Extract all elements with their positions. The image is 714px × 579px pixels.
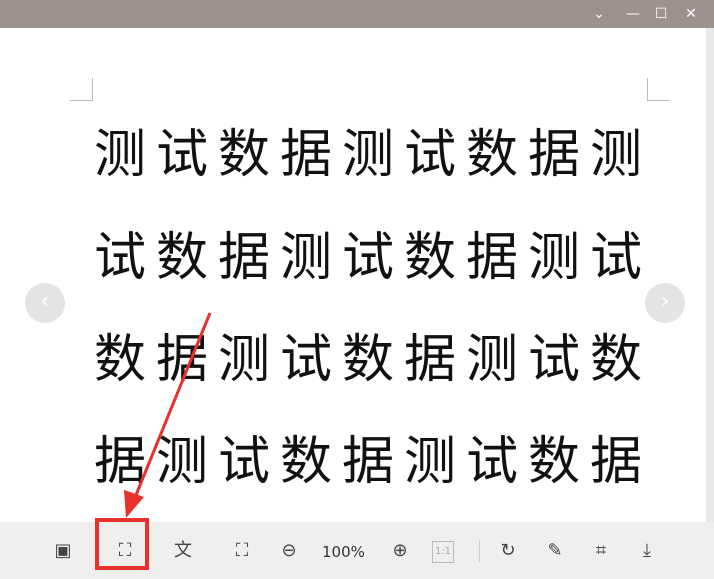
- annotation-arrow: [124, 312, 212, 518]
